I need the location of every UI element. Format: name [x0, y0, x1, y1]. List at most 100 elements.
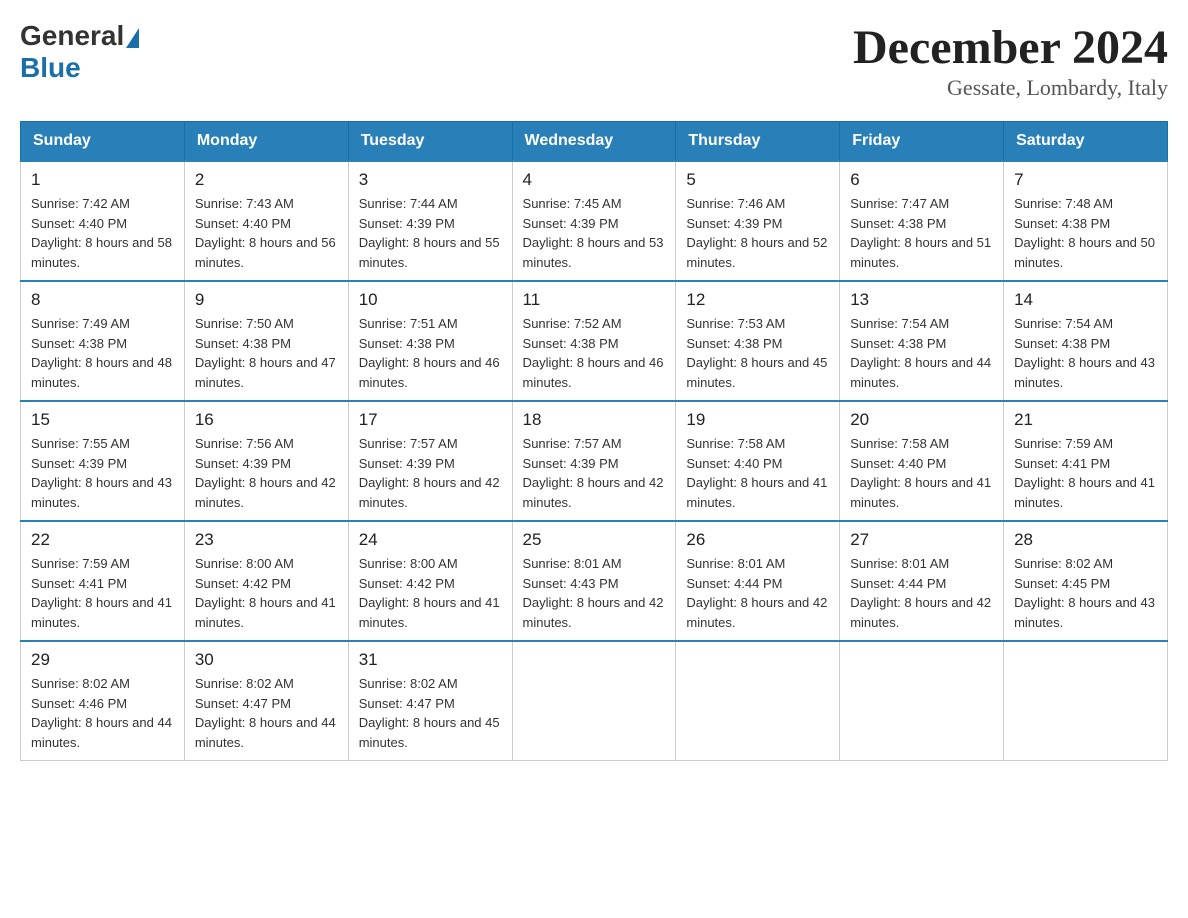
- calendar-cell: 18 Sunrise: 7:57 AMSunset: 4:39 PMDaylig…: [512, 401, 676, 521]
- day-number: 29: [31, 650, 174, 670]
- day-number: 25: [523, 530, 666, 550]
- calendar-cell: 4 Sunrise: 7:45 AMSunset: 4:39 PMDayligh…: [512, 161, 676, 281]
- calendar-cell: 21 Sunrise: 7:59 AMSunset: 4:41 PMDaylig…: [1004, 401, 1168, 521]
- day-info: Sunrise: 8:01 AMSunset: 4:44 PMDaylight:…: [850, 556, 991, 630]
- location: Gessate, Lombardy, Italy: [853, 75, 1168, 101]
- day-info: Sunrise: 7:51 AMSunset: 4:38 PMDaylight:…: [359, 316, 500, 390]
- day-info: Sunrise: 7:43 AMSunset: 4:40 PMDaylight:…: [195, 196, 336, 270]
- col-friday: Friday: [840, 122, 1004, 162]
- calendar-cell: 9 Sunrise: 7:50 AMSunset: 4:38 PMDayligh…: [184, 281, 348, 401]
- day-number: 12: [686, 290, 829, 310]
- calendar-cell: 17 Sunrise: 7:57 AMSunset: 4:39 PMDaylig…: [348, 401, 512, 521]
- calendar-cell: 11 Sunrise: 7:52 AMSunset: 4:38 PMDaylig…: [512, 281, 676, 401]
- logo-blue-line: Blue: [20, 52, 81, 84]
- day-number: 4: [523, 170, 666, 190]
- day-info: Sunrise: 7:48 AMSunset: 4:38 PMDaylight:…: [1014, 196, 1155, 270]
- day-info: Sunrise: 8:02 AMSunset: 4:47 PMDaylight:…: [195, 676, 336, 750]
- day-number: 15: [31, 410, 174, 430]
- day-number: 16: [195, 410, 338, 430]
- calendar-table: Sunday Monday Tuesday Wednesday Thursday…: [20, 121, 1168, 761]
- day-number: 24: [359, 530, 502, 550]
- logo: General Blue: [20, 20, 139, 84]
- day-number: 10: [359, 290, 502, 310]
- calendar-header-row: Sunday Monday Tuesday Wednesday Thursday…: [21, 122, 1168, 162]
- day-info: Sunrise: 7:59 AMSunset: 4:41 PMDaylight:…: [1014, 436, 1155, 510]
- logo-triangle-icon: [126, 28, 139, 48]
- calendar-cell: 1 Sunrise: 7:42 AMSunset: 4:40 PMDayligh…: [21, 161, 185, 281]
- calendar-week-5: 29 Sunrise: 8:02 AMSunset: 4:46 PMDaylig…: [21, 641, 1168, 761]
- day-number: 14: [1014, 290, 1157, 310]
- calendar-cell: 26 Sunrise: 8:01 AMSunset: 4:44 PMDaylig…: [676, 521, 840, 641]
- calendar-cell: 28 Sunrise: 8:02 AMSunset: 4:45 PMDaylig…: [1004, 521, 1168, 641]
- calendar-cell: 29 Sunrise: 8:02 AMSunset: 4:46 PMDaylig…: [21, 641, 185, 761]
- calendar-week-2: 8 Sunrise: 7:49 AMSunset: 4:38 PMDayligh…: [21, 281, 1168, 401]
- col-wednesday: Wednesday: [512, 122, 676, 162]
- day-number: 7: [1014, 170, 1157, 190]
- calendar-cell: 12 Sunrise: 7:53 AMSunset: 4:38 PMDaylig…: [676, 281, 840, 401]
- calendar-cell: 5 Sunrise: 7:46 AMSunset: 4:39 PMDayligh…: [676, 161, 840, 281]
- day-info: Sunrise: 7:55 AMSunset: 4:39 PMDaylight:…: [31, 436, 172, 510]
- day-number: 5: [686, 170, 829, 190]
- day-number: 18: [523, 410, 666, 430]
- calendar-cell: 14 Sunrise: 7:54 AMSunset: 4:38 PMDaylig…: [1004, 281, 1168, 401]
- calendar-cell: [1004, 641, 1168, 761]
- col-monday: Monday: [184, 122, 348, 162]
- day-info: Sunrise: 7:53 AMSunset: 4:38 PMDaylight:…: [686, 316, 827, 390]
- day-info: Sunrise: 7:54 AMSunset: 4:38 PMDaylight:…: [1014, 316, 1155, 390]
- day-info: Sunrise: 7:50 AMSunset: 4:38 PMDaylight:…: [195, 316, 336, 390]
- day-info: Sunrise: 7:56 AMSunset: 4:39 PMDaylight:…: [195, 436, 336, 510]
- calendar-cell: 23 Sunrise: 8:00 AMSunset: 4:42 PMDaylig…: [184, 521, 348, 641]
- calendar-week-1: 1 Sunrise: 7:42 AMSunset: 4:40 PMDayligh…: [21, 161, 1168, 281]
- day-info: Sunrise: 7:58 AMSunset: 4:40 PMDaylight:…: [686, 436, 827, 510]
- day-info: Sunrise: 7:45 AMSunset: 4:39 PMDaylight:…: [523, 196, 664, 270]
- day-number: 30: [195, 650, 338, 670]
- day-info: Sunrise: 7:59 AMSunset: 4:41 PMDaylight:…: [31, 556, 172, 630]
- calendar-cell: 27 Sunrise: 8:01 AMSunset: 4:44 PMDaylig…: [840, 521, 1004, 641]
- day-number: 28: [1014, 530, 1157, 550]
- day-info: Sunrise: 8:00 AMSunset: 4:42 PMDaylight:…: [359, 556, 500, 630]
- title-area: December 2024 Gessate, Lombardy, Italy: [853, 20, 1168, 101]
- day-info: Sunrise: 8:02 AMSunset: 4:46 PMDaylight:…: [31, 676, 172, 750]
- calendar-cell: 16 Sunrise: 7:56 AMSunset: 4:39 PMDaylig…: [184, 401, 348, 521]
- logo-blue-text: Blue: [20, 52, 81, 83]
- day-number: 13: [850, 290, 993, 310]
- logo-general-line: General: [20, 20, 139, 52]
- calendar-cell: [512, 641, 676, 761]
- calendar-cell: 15 Sunrise: 7:55 AMSunset: 4:39 PMDaylig…: [21, 401, 185, 521]
- calendar-cell: 20 Sunrise: 7:58 AMSunset: 4:40 PMDaylig…: [840, 401, 1004, 521]
- calendar-week-4: 22 Sunrise: 7:59 AMSunset: 4:41 PMDaylig…: [21, 521, 1168, 641]
- calendar-cell: 2 Sunrise: 7:43 AMSunset: 4:40 PMDayligh…: [184, 161, 348, 281]
- day-number: 27: [850, 530, 993, 550]
- calendar-cell: 8 Sunrise: 7:49 AMSunset: 4:38 PMDayligh…: [21, 281, 185, 401]
- calendar-cell: 30 Sunrise: 8:02 AMSunset: 4:47 PMDaylig…: [184, 641, 348, 761]
- day-number: 2: [195, 170, 338, 190]
- day-number: 3: [359, 170, 502, 190]
- day-number: 26: [686, 530, 829, 550]
- calendar-cell: [676, 641, 840, 761]
- day-info: Sunrise: 7:52 AMSunset: 4:38 PMDaylight:…: [523, 316, 664, 390]
- day-info: Sunrise: 8:02 AMSunset: 4:47 PMDaylight:…: [359, 676, 500, 750]
- day-info: Sunrise: 7:46 AMSunset: 4:39 PMDaylight:…: [686, 196, 827, 270]
- day-info: Sunrise: 7:49 AMSunset: 4:38 PMDaylight:…: [31, 316, 172, 390]
- calendar-cell: 6 Sunrise: 7:47 AMSunset: 4:38 PMDayligh…: [840, 161, 1004, 281]
- day-info: Sunrise: 8:02 AMSunset: 4:45 PMDaylight:…: [1014, 556, 1155, 630]
- calendar-cell: 7 Sunrise: 7:48 AMSunset: 4:38 PMDayligh…: [1004, 161, 1168, 281]
- day-number: 22: [31, 530, 174, 550]
- day-number: 8: [31, 290, 174, 310]
- day-info: Sunrise: 7:58 AMSunset: 4:40 PMDaylight:…: [850, 436, 991, 510]
- day-number: 6: [850, 170, 993, 190]
- calendar-cell: 22 Sunrise: 7:59 AMSunset: 4:41 PMDaylig…: [21, 521, 185, 641]
- day-number: 23: [195, 530, 338, 550]
- day-info: Sunrise: 7:42 AMSunset: 4:40 PMDaylight:…: [31, 196, 172, 270]
- day-info: Sunrise: 7:47 AMSunset: 4:38 PMDaylight:…: [850, 196, 991, 270]
- day-info: Sunrise: 7:57 AMSunset: 4:39 PMDaylight:…: [359, 436, 500, 510]
- day-number: 31: [359, 650, 502, 670]
- day-number: 19: [686, 410, 829, 430]
- day-info: Sunrise: 8:01 AMSunset: 4:44 PMDaylight:…: [686, 556, 827, 630]
- day-number: 9: [195, 290, 338, 310]
- calendar-cell: 31 Sunrise: 8:02 AMSunset: 4:47 PMDaylig…: [348, 641, 512, 761]
- calendar-cell: 25 Sunrise: 8:01 AMSunset: 4:43 PMDaylig…: [512, 521, 676, 641]
- day-info: Sunrise: 8:01 AMSunset: 4:43 PMDaylight:…: [523, 556, 664, 630]
- day-number: 1: [31, 170, 174, 190]
- calendar-cell: [840, 641, 1004, 761]
